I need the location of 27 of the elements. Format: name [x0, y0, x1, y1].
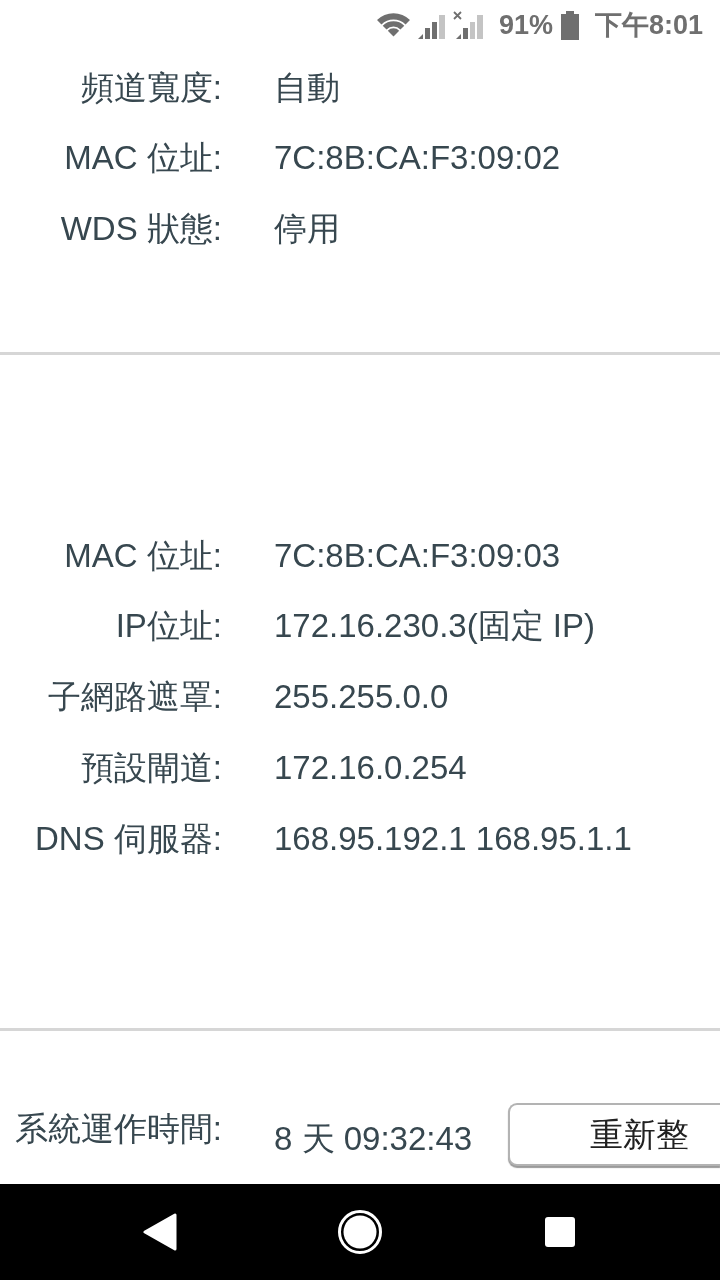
field-value: 168.95.192.1 168.95.1.1	[274, 818, 632, 859]
back-icon[interactable]	[143, 1213, 177, 1251]
field-value: 255.255.0.0	[274, 677, 449, 717]
refresh-button[interactable]: 重新整	[508, 1103, 720, 1166]
field-value: 8 天 09:32:43	[274, 1118, 474, 1159]
no-signal-icon	[452, 11, 483, 39]
field-value: 停用	[274, 209, 340, 249]
signal-icon	[417, 13, 445, 39]
battery-icon	[560, 10, 579, 40]
field-label: MAC 位址:	[63, 138, 222, 178]
home-icon[interactable]	[338, 1210, 382, 1254]
field-value: 172.16.230.3(固定 IP)	[274, 606, 595, 646]
field-value: 自動	[274, 67, 340, 108]
field-label: 頻道寬度:	[79, 67, 222, 108]
field-label: WDS 狀態:	[59, 209, 222, 249]
field-label: 預設閘道:	[79, 747, 222, 788]
field-label: MAC 位址:	[63, 535, 222, 576]
field-value: 7C:8B:CA:F3:09:03	[274, 535, 561, 576]
field-label: DNS 伺服器:	[34, 818, 222, 859]
wifi-icon	[376, 13, 410, 37]
clock-time: 下午8:01	[594, 8, 703, 42]
field-value: 7C:8B:CA:F3:09:02	[274, 138, 561, 178]
field-label: 子網路遮罩:	[46, 677, 222, 717]
field-label: IP位址:	[114, 606, 222, 646]
field-value: 172.16.0.254	[274, 747, 467, 788]
battery-percent: 91%	[498, 8, 553, 42]
field-label: 系統運作時間:	[13, 1109, 222, 1149]
